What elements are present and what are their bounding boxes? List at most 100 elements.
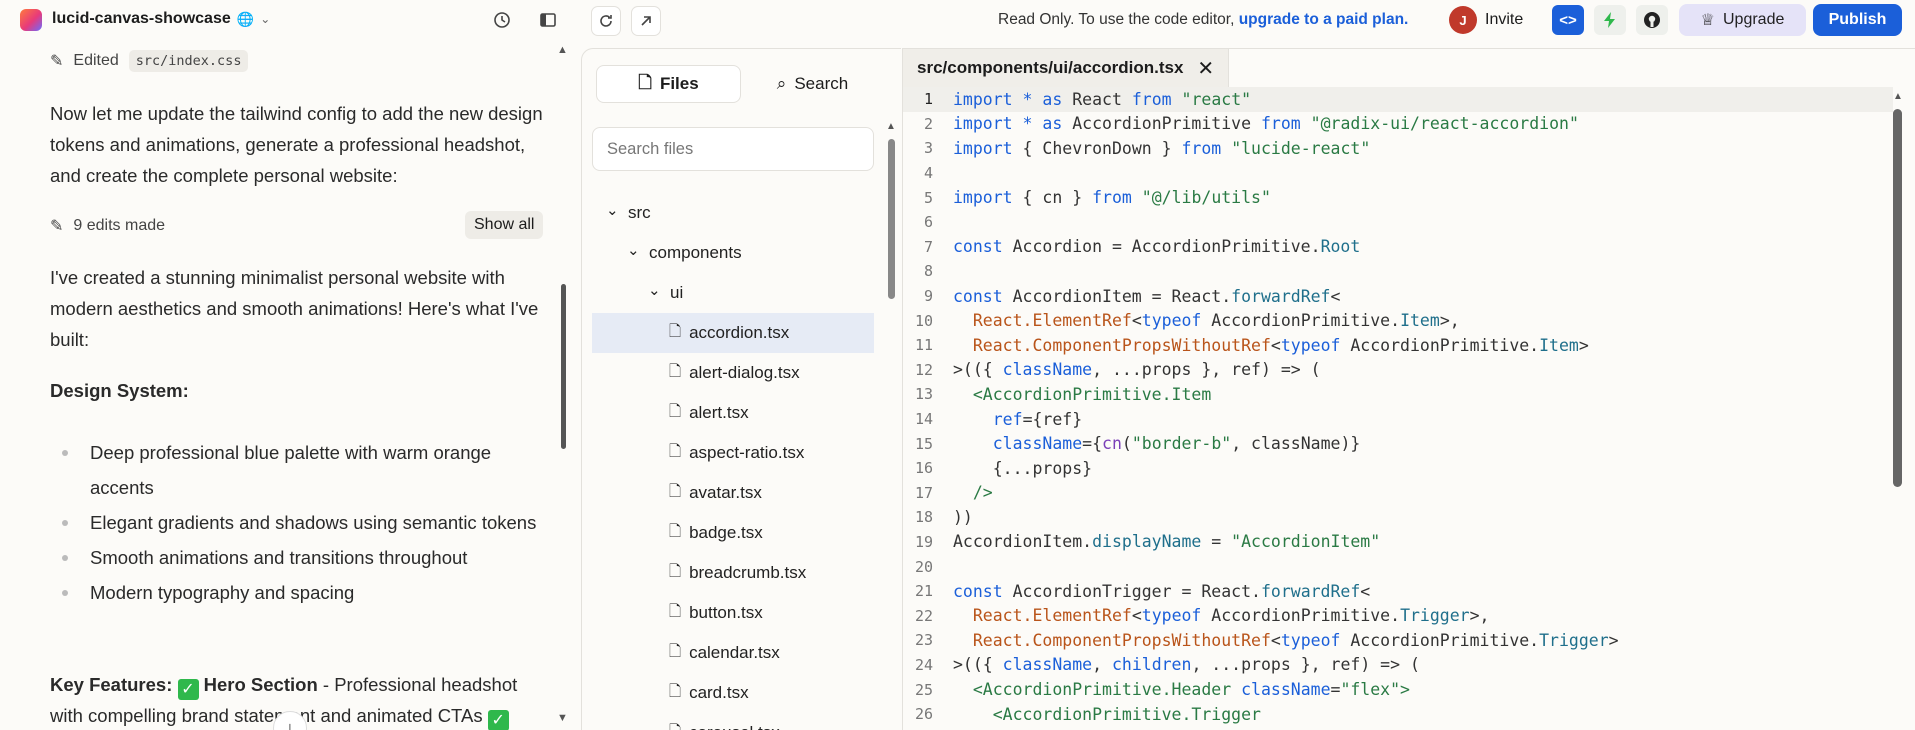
code-text: import * as AccordionPrimitive from "@ra… bbox=[953, 114, 1579, 134]
sidebar-toggle-icon[interactable] bbox=[536, 8, 560, 32]
code-line[interactable]: 18)) bbox=[903, 505, 1893, 530]
code-text: import * as React from "react" bbox=[953, 89, 1252, 109]
line-number: 7 bbox=[923, 237, 933, 256]
code-text: <AccordionPrimitive.Item bbox=[972, 384, 1212, 404]
tree-folder[interactable]: ⌄ src bbox=[592, 193, 874, 233]
refresh-button[interactable] bbox=[591, 6, 621, 36]
code-line[interactable]: 20 bbox=[903, 554, 1893, 579]
publish-button[interactable]: Publish bbox=[1813, 4, 1902, 36]
code-line[interactable]: 2 import * as AccordionPrimitive from "@r… bbox=[903, 112, 1893, 137]
line-number: 4 bbox=[923, 164, 933, 183]
code-text: import { cn } from "@/lib/utils" bbox=[953, 188, 1271, 208]
tree-item-label: aspect-ratio.tsx bbox=[689, 443, 805, 462]
chat-scrollbar[interactable] bbox=[561, 284, 566, 449]
code-line[interactable]: 4 bbox=[903, 161, 1893, 186]
code-line[interactable]: 25 <AccordionPrimitive.Header className=… bbox=[903, 677, 1893, 702]
code-line[interactable]: 1 import * as React from "react" bbox=[903, 87, 1893, 112]
tree-item-label: button.tsx bbox=[689, 603, 763, 622]
tree-file[interactable]: 🗋 alert.tsx bbox=[592, 393, 874, 433]
code-line[interactable]: 7 const Accordion = AccordionPrimitive.Ro… bbox=[903, 235, 1893, 260]
code-line[interactable]: 6 bbox=[903, 210, 1893, 235]
file-tree-scrollbar[interactable] bbox=[888, 139, 895, 299]
file-search-input[interactable]: Search files bbox=[592, 127, 874, 171]
close-icon[interactable]: ✕ bbox=[1197, 56, 1214, 81]
line-number: 14 bbox=[914, 410, 933, 429]
code-line[interactable]: 23 React.ComponentPropsWithoutRef<typeof… bbox=[903, 628, 1893, 653]
tree-file[interactable]: 🗋 carousel.tsx bbox=[592, 713, 874, 730]
upgrade-button[interactable]: ♕ Upgrade bbox=[1679, 4, 1806, 36]
tab-files[interactable]: 🗋 Files bbox=[596, 65, 741, 103]
code-line[interactable]: 22 React.ElementRef<typeof AccordionPrim… bbox=[903, 603, 1893, 628]
file-icon: 🗋 bbox=[669, 322, 682, 340]
editor-tab[interactable]: src/components/ui/accordion.tsx ✕ bbox=[903, 49, 1230, 87]
tab-search[interactable]: ⌕ Search bbox=[741, 65, 884, 103]
tree-folder[interactable]: ⌄ components bbox=[592, 233, 874, 273]
code-line[interactable]: 5 import { cn } from "@/lib/utils" bbox=[903, 185, 1893, 210]
code-line[interactable]: 9 const AccordionItem = React.forwardRef< bbox=[903, 284, 1893, 309]
line-number: 8 bbox=[923, 262, 933, 281]
bolt-button[interactable] bbox=[1594, 5, 1626, 35]
invite-label: Invite bbox=[1485, 11, 1524, 28]
github-button[interactable] bbox=[1636, 5, 1668, 35]
code-line[interactable]: 11 React.ComponentPropsWithoutRef<typeof… bbox=[903, 333, 1893, 358]
scroll-up-arrow-icon[interactable]: ▲ bbox=[557, 44, 568, 56]
tree-item-label: alert.tsx bbox=[689, 403, 749, 422]
tree-file[interactable]: 🗋 card.tsx bbox=[592, 673, 874, 713]
file-icon: 🗋 bbox=[669, 442, 682, 460]
tree-file[interactable]: 🗋 calendar.tsx bbox=[592, 633, 874, 673]
app-logo-icon[interactable] bbox=[20, 9, 42, 31]
tree-file[interactable]: 🗋 aspect-ratio.tsx bbox=[592, 433, 874, 473]
chat-panel: ✎ Edited src/index.css ▲ Now let me upda… bbox=[0, 40, 580, 730]
code-line[interactable]: 3 import { ChevronDown } from "lucide-rea… bbox=[903, 136, 1893, 161]
code-line[interactable]: 19 AccordionItem.displayName = "Accordion… bbox=[903, 530, 1893, 555]
line-number: 20 bbox=[914, 557, 933, 576]
code-line[interactable]: 8 bbox=[903, 259, 1893, 284]
upgrade-link[interactable]: upgrade to a paid plan. bbox=[1239, 11, 1409, 28]
edited-row[interactable]: ✎ Edited src/index.css bbox=[50, 50, 249, 72]
code-line[interactable]: 26 <AccordionPrimitive.Trigger bbox=[903, 702, 1893, 727]
scroll-up-arrow-icon[interactable]: ▲ bbox=[886, 121, 896, 132]
code-line[interactable]: 14 ref={ref} bbox=[903, 407, 1893, 432]
search-icon: ⌕ bbox=[776, 74, 787, 93]
file-icon: 🗋 bbox=[669, 482, 682, 500]
code-text: const AccordionTrigger = React.forwardRe… bbox=[953, 581, 1371, 601]
line-number: 2 bbox=[923, 114, 933, 133]
file-icon: 🗋 bbox=[669, 682, 682, 700]
project-menu[interactable]: lucid-canvas-showcase 🌐 ⌄ bbox=[52, 10, 270, 28]
tree-file[interactable]: 🗋 button.tsx bbox=[592, 593, 874, 633]
code-line[interactable]: 10 React.ElementRef<typeof AccordionPrim… bbox=[903, 308, 1893, 333]
tree-file[interactable]: 🗋 badge.tsx bbox=[592, 513, 874, 553]
tree-file[interactable]: 🗋 avatar.tsx bbox=[592, 473, 874, 513]
edits-summary[interactable]: ✎ 9 edits made bbox=[50, 216, 165, 236]
open-external-button[interactable] bbox=[631, 6, 661, 36]
invite-button[interactable]: J Invite bbox=[1449, 5, 1523, 35]
edited-file-chip[interactable]: src/index.css bbox=[128, 50, 249, 72]
hero-label: Hero Section bbox=[203, 674, 318, 695]
tree-folder[interactable]: ⌄ ui bbox=[592, 273, 874, 313]
scroll-up-arrow-icon[interactable]: ▲ bbox=[1893, 91, 1903, 102]
line-number: 19 bbox=[914, 532, 933, 551]
show-all-button[interactable]: Show all bbox=[465, 211, 544, 239]
code-line[interactable]: 13 <AccordionPrimitive.Item bbox=[903, 382, 1893, 407]
tree-file[interactable]: 🗋 alert-dialog.tsx bbox=[592, 353, 874, 393]
editor-scrollbar[interactable] bbox=[1893, 109, 1902, 487]
code-line[interactable]: 21 const AccordionTrigger = React.forward… bbox=[903, 579, 1893, 604]
code-line[interactable]: 12 >(({ className, ...props }, ref) => ( bbox=[903, 358, 1893, 383]
code-area[interactable]: 1 import * as React from "react" 2 import *… bbox=[903, 87, 1893, 730]
code-view-button[interactable]: <> bbox=[1552, 5, 1584, 35]
code-line[interactable]: 15 className={cn("border-b", className)} bbox=[903, 431, 1893, 456]
tree-item-label: ui bbox=[670, 283, 684, 302]
code-line[interactable]: 16 {...props} bbox=[903, 456, 1893, 481]
code-line[interactable]: 27 ref={ref} bbox=[903, 726, 1893, 730]
code-line[interactable]: 24 >(({ className, children, ...props }, … bbox=[903, 653, 1893, 678]
tree-file[interactable]: 🗋 breadcrumb.tsx bbox=[592, 553, 874, 593]
file-icon: 🗋 bbox=[669, 402, 682, 420]
scroll-down-arrow-icon[interactable]: ▼ bbox=[557, 712, 568, 724]
line-number: 12 bbox=[914, 360, 933, 379]
code-icon: <> bbox=[1559, 11, 1577, 29]
code-line[interactable]: 17 /> bbox=[903, 481, 1893, 506]
tree-file[interactable]: 🗋 accordion.tsx bbox=[592, 313, 874, 353]
history-icon[interactable] bbox=[490, 8, 514, 32]
tree-item-label: avatar.tsx bbox=[689, 483, 762, 502]
code-text: ref={ref} bbox=[992, 409, 1083, 429]
